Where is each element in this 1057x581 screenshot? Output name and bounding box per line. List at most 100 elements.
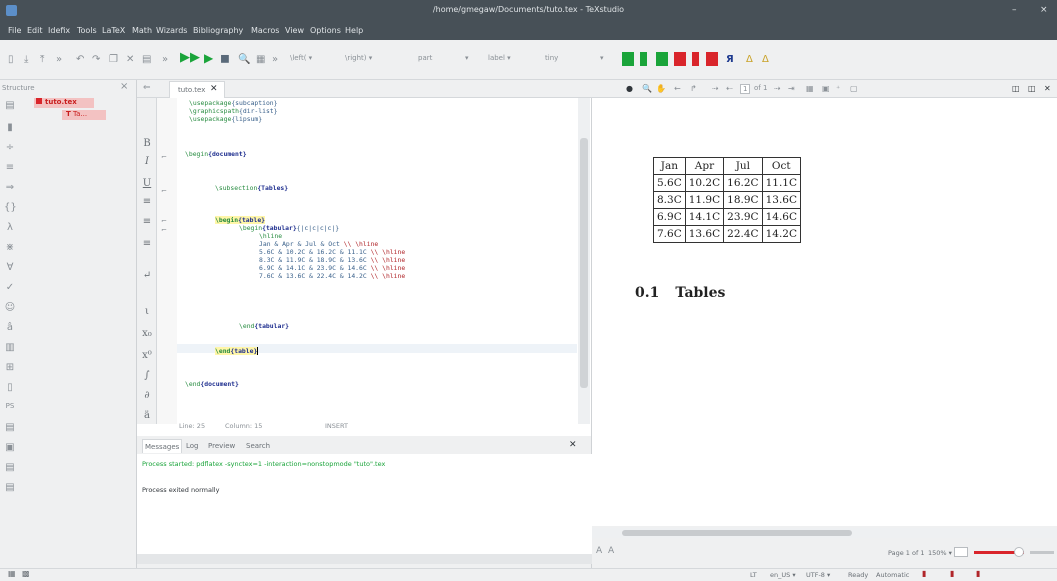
mp-icon[interactable]: ▤ — [4, 422, 16, 433]
forward-icon[interactable]: ↱ — [690, 84, 697, 93]
size-select[interactable]: tiny — [545, 54, 558, 62]
fit-page-icon[interactable]: ▣ — [822, 84, 830, 93]
build-view-icon[interactable]: ▶▶ — [180, 51, 200, 64]
check-icon[interactable]: ✓ — [4, 282, 16, 293]
editor-vertical-scrollbar[interactable] — [578, 98, 590, 424]
zoom-select[interactable]: 150% ▾ — [928, 549, 952, 557]
table-green-icon[interactable] — [622, 52, 634, 66]
tree-file-tuto[interactable]: tuto.tex — [34, 98, 94, 108]
menu-options[interactable]: Options — [310, 26, 341, 35]
accent-a-button[interactable]: ä — [139, 410, 155, 421]
bookmark2-status-icon[interactable]: ▮ — [950, 569, 954, 578]
last-page-icon[interactable]: ⇥ — [788, 84, 795, 93]
color-table-icon[interactable]: ▥ — [4, 342, 16, 353]
menu-tools[interactable]: Tools — [77, 26, 97, 35]
tab-tuto[interactable]: tuto.tex ✕ — [169, 81, 225, 98]
bookmark-status-icon[interactable]: ▮ — [922, 569, 926, 578]
preview-scroll-thumb[interactable] — [622, 530, 852, 536]
tab-messages[interactable]: Messages — [142, 439, 183, 453]
fold-subsection-icon[interactable]: ⌐ — [161, 187, 167, 195]
column-red-icon[interactable] — [692, 52, 699, 66]
brackets-icon[interactable]: {} — [4, 202, 17, 213]
tab-preview[interactable]: Preview — [206, 439, 237, 453]
menu-view[interactable]: View — [285, 26, 304, 35]
download-icon[interactable]: ⤓ — [24, 54, 28, 66]
integral-button[interactable]: ∫ — [139, 370, 155, 381]
tab-search-results[interactable]: Search Results — [244, 439, 273, 464]
tree-section-tables[interactable]: T Ta... — [62, 110, 106, 120]
zoom-icon[interactable]: 🔍 — [642, 84, 652, 93]
bookmark-icon[interactable]: ▮ — [4, 122, 16, 133]
sync-dot-icon[interactable]: ● — [626, 84, 633, 93]
menu-help[interactable]: Help — [345, 26, 363, 35]
menu-idefix[interactable]: Idefix — [48, 26, 70, 35]
encoding-select[interactable]: UTF-8 ▾ — [806, 571, 830, 579]
view-mode-button[interactable] — [954, 547, 968, 557]
left-delim-select[interactable]: \left( ▾ — [290, 54, 312, 62]
preview-horizontal-scrollbar[interactable] — [592, 528, 1057, 538]
tab-log[interactable]: Log — [184, 439, 201, 453]
asterisk-icon[interactable]: ⋇ — [4, 242, 16, 253]
menu-file[interactable]: File — [8, 26, 21, 35]
panel-toggle-icon[interactable]: ▦ — [8, 569, 16, 578]
part-dropdown-arrow[interactable]: ▾ — [465, 54, 469, 62]
structure-close-button[interactable]: × — [120, 81, 128, 92]
minimize-button[interactable]: – — [1012, 5, 1017, 15]
subscript-button[interactable]: x₀ — [139, 328, 155, 339]
right-delim-select[interactable]: \right) ▾ — [345, 54, 372, 62]
superscript-button[interactable]: x⁰ — [139, 350, 155, 361]
table-red-icon[interactable] — [674, 52, 686, 66]
plus-box-icon[interactable]: ⊞ — [4, 362, 16, 373]
undock-icon[interactable]: ◫ — [1028, 84, 1036, 93]
menu-macros[interactable]: Macros — [251, 26, 279, 35]
row-green-icon[interactable] — [656, 52, 668, 66]
newline-button[interactable]: ↵ — [139, 270, 155, 281]
underline-button[interactable]: U — [139, 178, 155, 189]
size-dropdown-arrow[interactable]: ▾ — [600, 54, 604, 62]
tab-back-icon[interactable]: ⇐ — [143, 83, 151, 93]
structure-toggle-icon[interactable]: ▩ — [22, 569, 30, 578]
menu-latex[interactable]: LaTeX — [102, 26, 125, 35]
fit-width-icon[interactable]: ▦ — [806, 84, 814, 93]
compile-icon[interactable]: ▶ — [204, 52, 213, 64]
zoom-in-icon[interactable]: ⁺ — [836, 84, 840, 93]
view-pdf-icon[interactable]: 🔍 — [238, 54, 250, 66]
align-left-button[interactable]: ≡ — [139, 196, 155, 207]
font-larger-icon[interactable]: A — [596, 546, 602, 556]
page-number-input[interactable]: 1 — [740, 84, 751, 94]
undo-icon[interactable]: ↶ — [76, 54, 84, 66]
next-page-icon[interactable]: ⇢ — [774, 84, 781, 93]
division-icon[interactable]: ÷ — [4, 142, 16, 153]
row-red-icon[interactable] — [706, 52, 718, 66]
copy-icon[interactable]: ❐ — [109, 54, 118, 66]
spell-icon[interactable]: LT — [750, 571, 757, 579]
metapost-icon[interactable]: ▯ — [4, 382, 16, 393]
editor-scroll-thumb[interactable] — [580, 138, 588, 388]
language-select[interactable]: en_US ▾ — [770, 571, 796, 579]
align-right-button[interactable]: ≡ — [139, 238, 155, 249]
forall-icon[interactable]: ∀ — [4, 262, 16, 273]
partial-button[interactable]: ∂ — [139, 390, 155, 401]
iota-button[interactable]: ι — [139, 306, 155, 317]
upload-icon[interactable]: ⤒ — [40, 54, 44, 66]
new-file-icon[interactable]: ▯ — [8, 54, 14, 66]
messages-close-button[interactable]: ✕ — [569, 440, 577, 450]
close-preview-icon[interactable]: ✕ — [1044, 84, 1051, 93]
beamer-icon[interactable]: ▤ — [4, 482, 16, 493]
menu-bibliography[interactable]: Bibliography — [193, 26, 243, 35]
presentation-icon[interactable]: ▢ — [850, 84, 858, 93]
asy-icon[interactable]: ▤ — [4, 462, 16, 473]
zoom-slider-handle[interactable] — [1014, 547, 1024, 557]
stop-icon[interactable]: ◼ — [220, 52, 230, 64]
tikz-icon[interactable]: ▣ — [4, 442, 16, 453]
hand-icon[interactable]: ✋ — [656, 84, 666, 93]
cut-icon[interactable]: ✕ — [126, 54, 134, 66]
fold-tabular-icon[interactable]: ⌐ — [161, 226, 167, 234]
chevron-icon[interactable]: » — [56, 54, 62, 66]
close-window-button[interactable]: × — [1040, 5, 1048, 15]
prev-page-icon[interactable]: ⇠ — [726, 84, 733, 93]
align-center-button[interactable]: ≡ — [139, 216, 155, 227]
lambda-icon[interactable]: λ — [4, 222, 16, 233]
menu-edit[interactable]: Edit — [27, 26, 43, 35]
fold-table-icon[interactable]: ⌐ — [161, 217, 167, 225]
